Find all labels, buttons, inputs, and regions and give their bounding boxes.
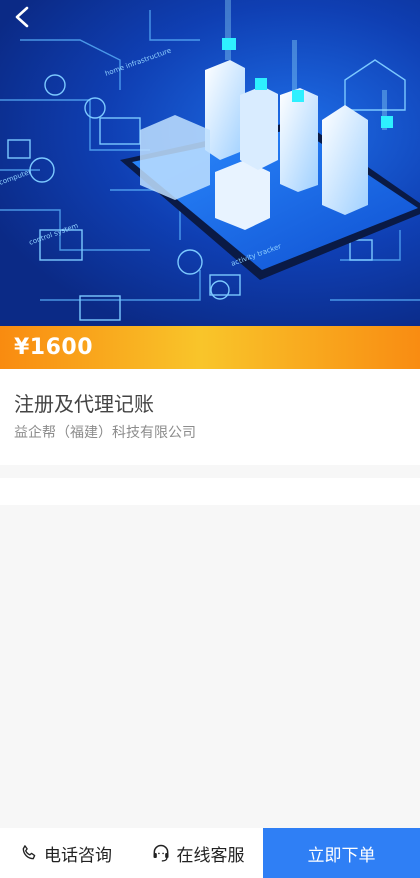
smart-city-illustration: home infrastructure control system compu…	[0, 0, 420, 321]
online-service-label: 在线客服	[176, 845, 245, 866]
hero-label-control: control system	[28, 222, 80, 247]
bottom-action-bar: 电话咨询 在线客服 立即下单	[0, 828, 420, 878]
hero-label-home: home infrastructure	[104, 46, 172, 77]
order-now-button[interactable]: 立即下单	[263, 828, 420, 878]
product-title: 注册及代理记账	[14, 392, 154, 416]
phone-consult-button[interactable]: 电话咨询	[0, 828, 132, 878]
price-text: ¥1600	[14, 335, 94, 360]
price-banner: ¥1600	[0, 326, 420, 369]
chevron-left-icon	[15, 6, 29, 28]
product-info-card: 注册及代理记账 益企帮（福建）科技有限公司	[0, 369, 420, 465]
hero-image: home infrastructure control system compu…	[0, 0, 420, 326]
headset-icon	[151, 843, 171, 863]
online-service-button[interactable]: 在线客服	[132, 828, 263, 878]
phone-icon	[20, 844, 38, 862]
company-name: 益企帮（福建）科技有限公司	[14, 425, 196, 441]
back-button[interactable]	[14, 6, 42, 34]
section-divider	[0, 478, 420, 505]
phone-consult-label: 电话咨询	[44, 845, 112, 866]
